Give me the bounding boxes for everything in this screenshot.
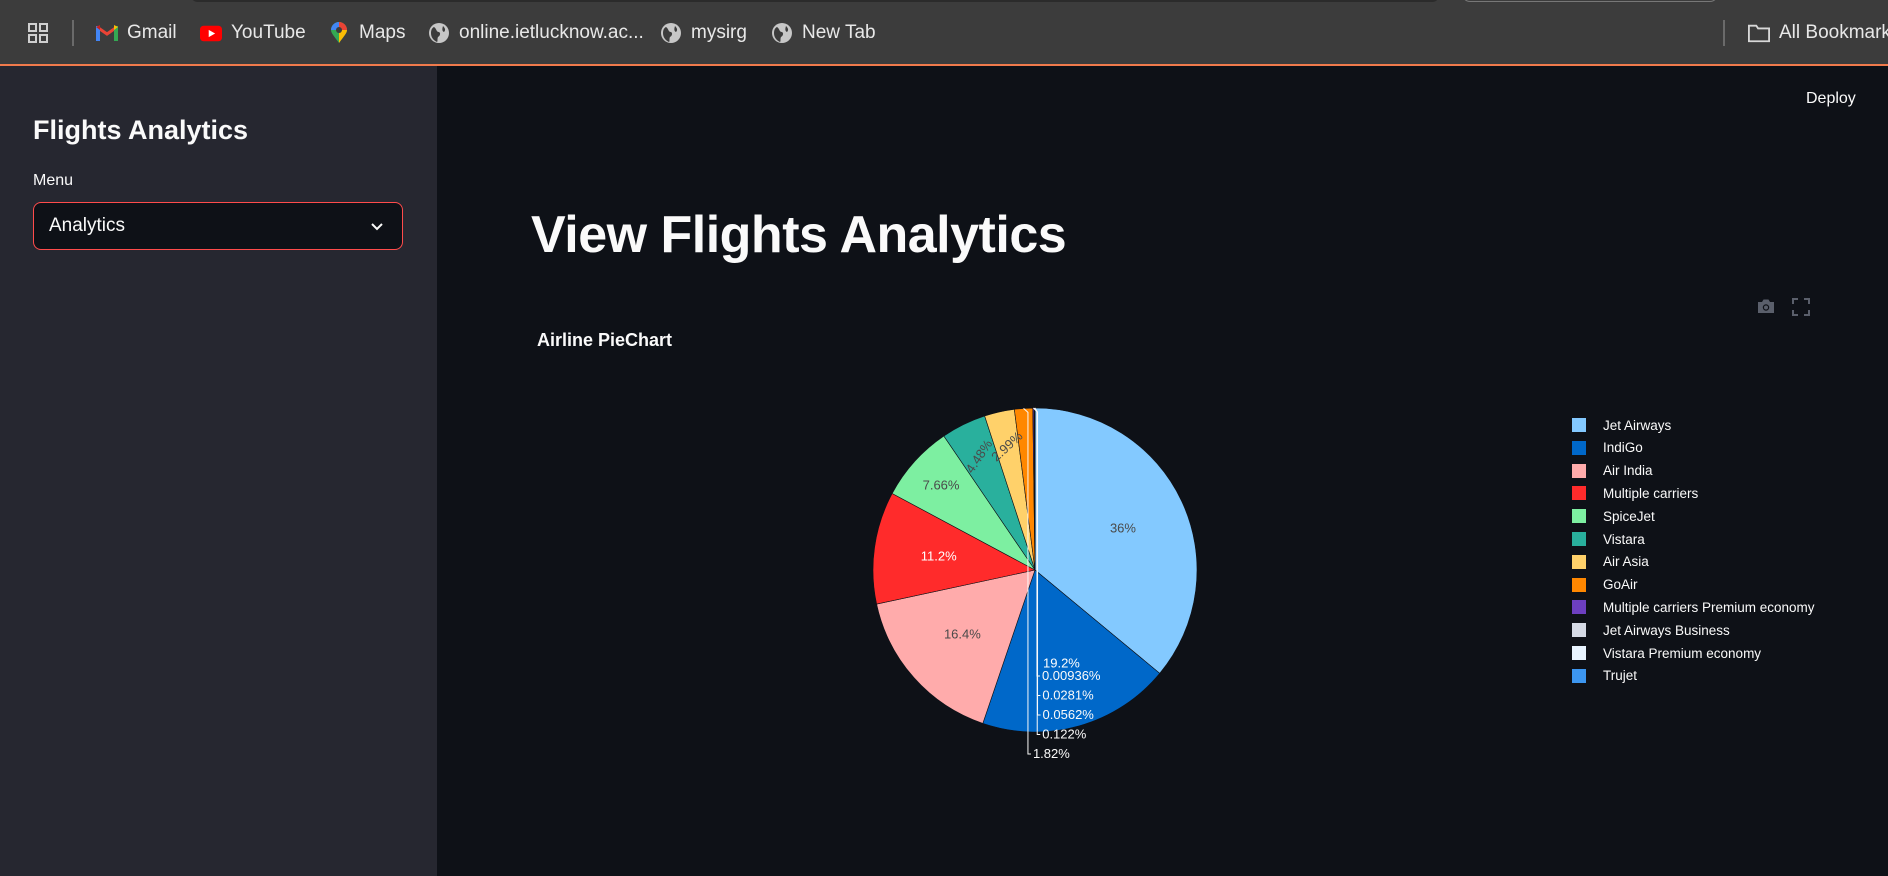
bookmarks-bar: Gmail YouTube Maps online.ietlucknow.ac.… <box>0 0 1888 66</box>
profile-area-edge <box>1462 0 1718 2</box>
bookmarks-separator <box>72 20 74 46</box>
legend-item[interactable]: Vistara Premium economy <box>1572 643 1852 663</box>
camera-icon[interactable] <box>1756 298 1776 321</box>
deploy-button[interactable]: Deploy <box>1806 90 1856 108</box>
globe-icon <box>428 22 450 44</box>
legend-item[interactable]: IndiGo <box>1572 438 1852 458</box>
bookmark-new-tab[interactable]: New Tab <box>771 21 876 45</box>
bookmark-maps[interactable]: Maps <box>328 21 405 45</box>
pie-value-label: 7.66% <box>923 477 960 492</box>
bookmark-label: YouTube <box>231 22 306 43</box>
legend-label: Vistara Premium economy <box>1603 645 1762 661</box>
youtube-icon <box>200 22 222 44</box>
bookmarks-separator <box>1723 20 1725 46</box>
legend-item[interactable]: Multiple carriers Premium economy <box>1572 597 1852 617</box>
legend-label: Vistara <box>1603 531 1645 547</box>
all-bookmarks-label: All Bookmarks <box>1779 22 1888 43</box>
maps-pin-icon <box>328 22 350 44</box>
legend-swatch <box>1572 668 1586 683</box>
chevron-down-icon <box>368 217 386 241</box>
legend-swatch <box>1572 646 1586 660</box>
bookmark-label: mysirg <box>691 22 747 43</box>
legend-label: Air India <box>1603 463 1653 479</box>
bookmark-label: Gmail <box>127 22 177 43</box>
legend-item[interactable]: Jet Airways Business <box>1572 620 1852 640</box>
legend-swatch <box>1572 463 1586 478</box>
apps-grid-icon <box>27 22 49 44</box>
pie-slices <box>872 407 1198 733</box>
legend-item[interactable]: Vistara <box>1572 529 1852 549</box>
legend-item[interactable]: Trujet <box>1572 666 1852 686</box>
all-bookmarks-button[interactable]: All Bookmarks <box>1748 21 1888 45</box>
bookmark-ietlucknow[interactable]: online.ietlucknow.ac... <box>428 21 644 45</box>
pie-value-label: 0.00936% <box>1042 668 1101 683</box>
legend-swatch <box>1572 577 1586 592</box>
menu-selected-value: Analytics <box>49 215 126 236</box>
page-title: View Flights Analytics <box>531 206 1067 264</box>
pie-value-label: 0.122% <box>1042 727 1087 742</box>
legend-label: IndiGo <box>1603 440 1643 456</box>
legend-swatch <box>1572 440 1586 455</box>
bookmark-label: online.ietlucknow.ac... <box>459 22 644 43</box>
legend-item[interactable]: Air India <box>1572 461 1852 481</box>
globe-icon <box>660 22 682 44</box>
legend-swatch <box>1572 486 1586 501</box>
sidebar-title: Flights Analytics <box>33 115 249 145</box>
legend-label: SpiceJet <box>1603 508 1655 524</box>
legend-swatch <box>1572 509 1586 524</box>
chart-modebar <box>1756 298 1810 321</box>
pie-value-label: 1.82% <box>1033 746 1070 761</box>
legend-label: Air Asia <box>1603 554 1649 570</box>
bookmark-label: Maps <box>359 22 406 43</box>
legend-label: Jet Airways Business <box>1603 622 1730 638</box>
folder-icon <box>1748 22 1770 44</box>
legend-label: Multiple carriers Premium economy <box>1603 599 1815 615</box>
bookmark-gmail[interactable]: Gmail <box>96 21 177 45</box>
legend-swatch <box>1572 623 1586 638</box>
legend-label: Trujet <box>1603 668 1638 684</box>
legend-item[interactable]: SpiceJet <box>1572 506 1852 526</box>
pie-value-label: 0.0562% <box>1043 707 1095 722</box>
address-bar-edge <box>190 0 1440 2</box>
gmail-icon <box>96 22 118 44</box>
legend-swatch <box>1572 418 1586 432</box>
bookmark-mysirg[interactable]: mysirg <box>660 21 747 45</box>
legend-item[interactable]: GoAir <box>1572 575 1852 595</box>
bookmark-label: New Tab <box>802 22 876 43</box>
fullscreen-icon[interactable] <box>1792 298 1810 321</box>
globe-icon <box>771 22 793 44</box>
legend-label: GoAir <box>1603 577 1638 593</box>
legend-swatch <box>1572 532 1586 546</box>
legend-swatch <box>1572 554 1586 569</box>
menu-select[interactable]: Analytics <box>33 202 403 250</box>
chart-title: Airline PieChart <box>537 330 673 350</box>
legend-item[interactable]: Air Asia <box>1572 552 1852 572</box>
legend-label: Multiple carriers <box>1603 485 1699 501</box>
pie-value-label: 0.0281% <box>1042 688 1094 703</box>
apps-button[interactable] <box>27 21 49 45</box>
pie-value-label: 16.4% <box>944 627 981 642</box>
bookmark-youtube[interactable]: YouTube <box>200 21 306 45</box>
legend-label: Jet Airways <box>1603 417 1672 433</box>
menu-label: Menu <box>33 172 74 189</box>
legend-swatch <box>1572 600 1586 615</box>
pie-value-label: 36% <box>1110 521 1136 536</box>
pie-value-label: 11.2% <box>921 548 957 563</box>
legend-item[interactable]: Multiple carriers <box>1572 483 1852 503</box>
legend-item[interactable]: Jet Airways <box>1572 415 1852 435</box>
